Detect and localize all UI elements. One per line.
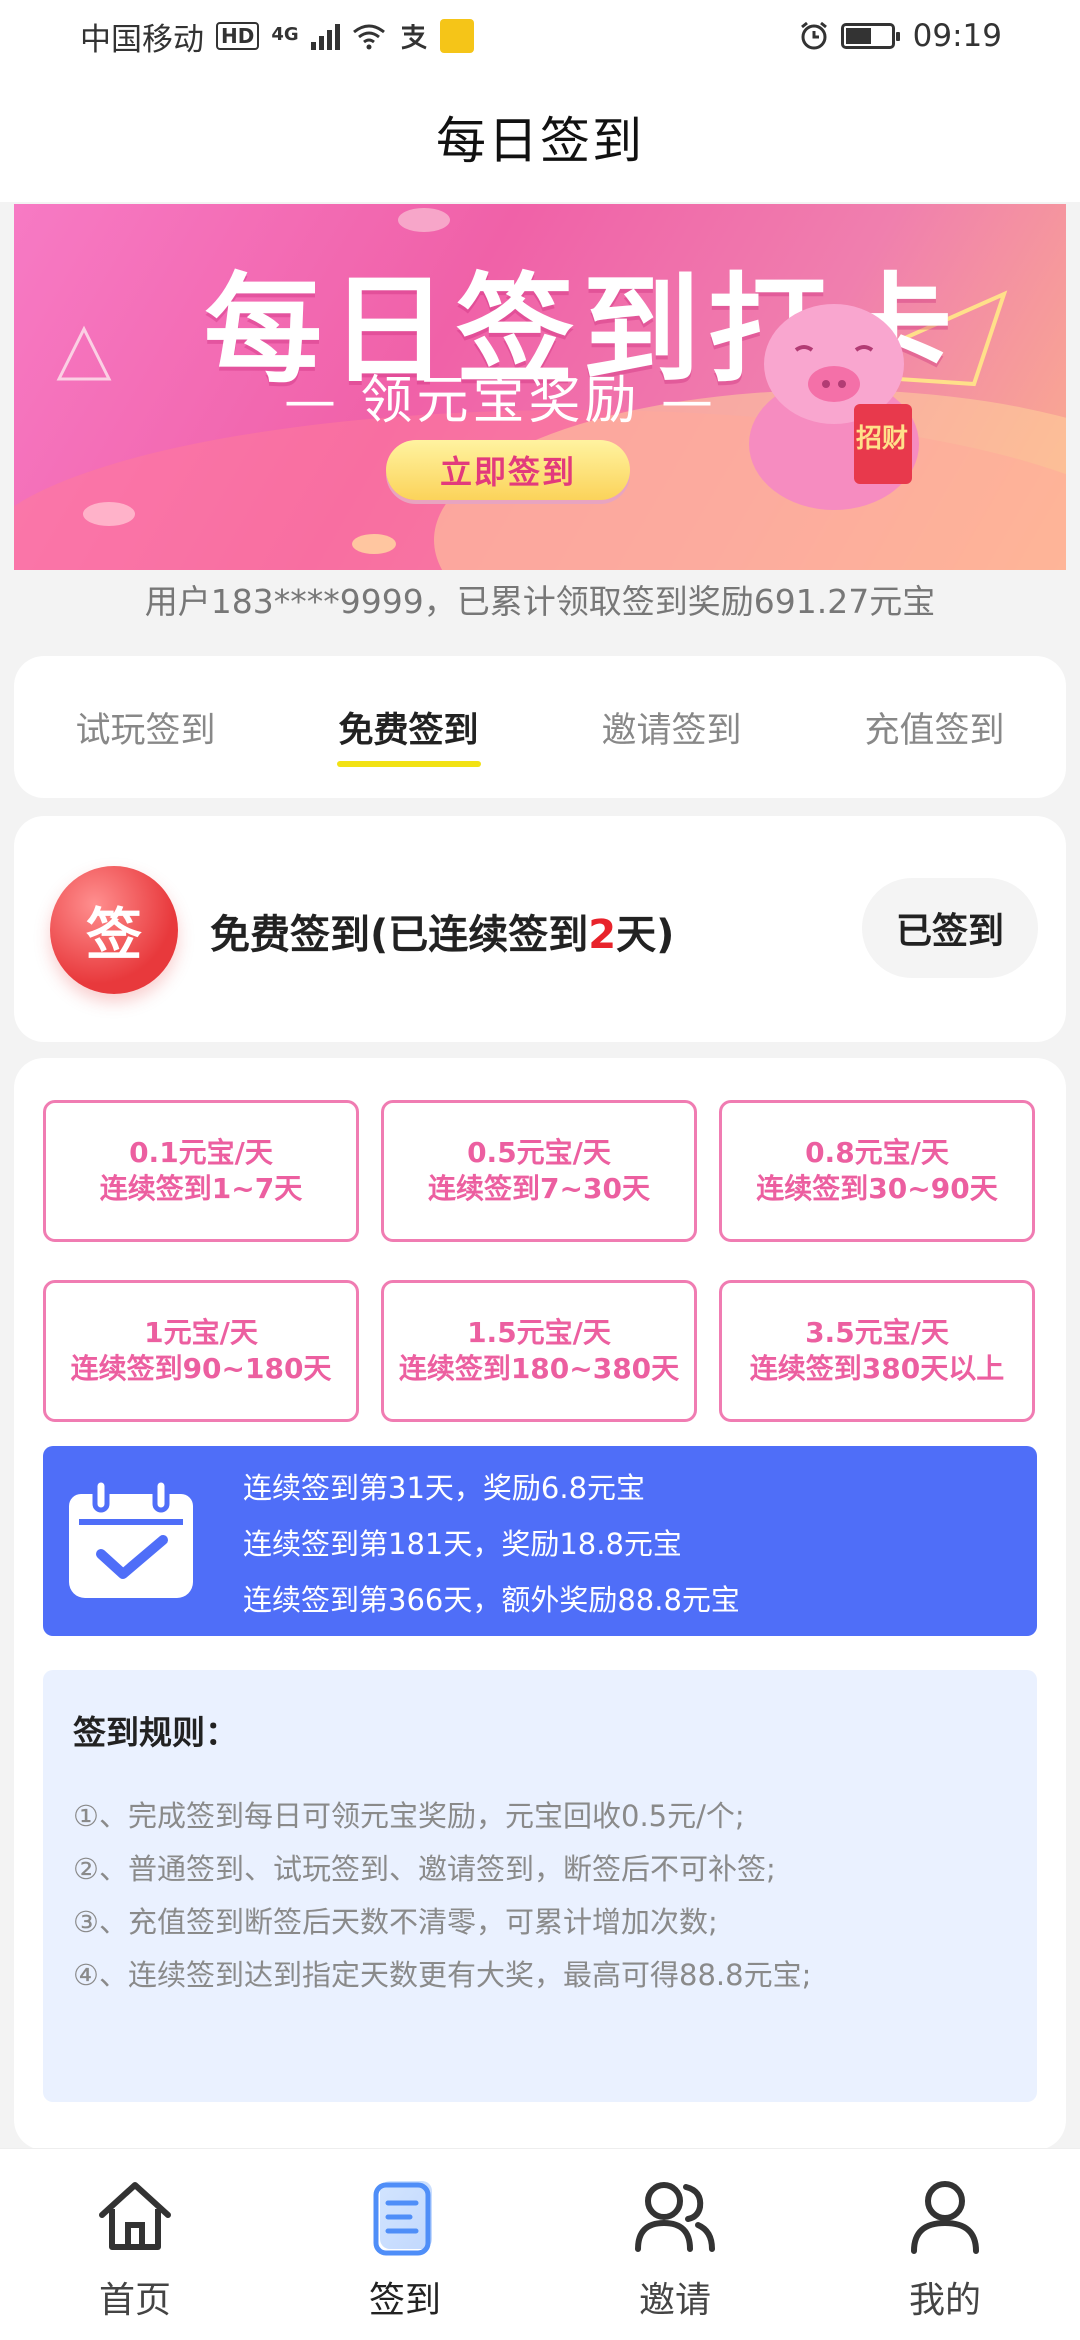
signal-icon bbox=[310, 22, 340, 50]
reward-tier: 1.5元宝/天 连续签到180~380天 bbox=[381, 1280, 697, 1422]
bonus-milestone-item: 连续签到第366天，额外奖励88.8元宝 bbox=[243, 1583, 740, 1617]
bottom-navigation: 首页 签到 邀请 我的 bbox=[0, 2148, 1080, 2340]
reward-range: 连续签到180~380天 bbox=[398, 1352, 680, 1385]
triangle-decoration-icon bbox=[56, 325, 112, 381]
status-bar: 中国移动 HD 4G 09:19 bbox=[0, 0, 1080, 72]
bonus-milestone-list: 连续签到第31天，奖励6.8元宝 连续签到第181天，奖励18.8元宝 连续签到… bbox=[243, 1460, 740, 1628]
rule-item: ②、普通签到、试玩签到、邀请签到，断签后不可补签; bbox=[73, 1852, 776, 1886]
app-header: 每日签到 bbox=[0, 72, 1080, 202]
pig-sign-text: 招财 bbox=[856, 424, 909, 454]
nav-label-invite: 邀请 bbox=[638, 2280, 711, 2321]
app-notification-icon bbox=[439, 19, 474, 53]
rule-item: ④、连续签到达到指定天数更有大奖，最高可得88.8元宝; bbox=[73, 1958, 812, 1992]
checkin-rules-panel: 签到规则： ①、完成签到每日可领元宝奖励，元宝回收0.5元/个; ②、普通签到、… bbox=[43, 1670, 1037, 2102]
bonus-milestones-panel: 连续签到第31天，奖励6.8元宝 连续签到第181天，奖励18.8元宝 连续签到… bbox=[43, 1446, 1037, 1636]
reward-rate: 1元宝/天 bbox=[144, 1316, 258, 1349]
reward-rate: 0.1元宝/天 bbox=[129, 1136, 273, 1169]
status-right: 09:19 bbox=[799, 18, 1002, 54]
nav-item-profile[interactable]: 我的 bbox=[810, 2149, 1080, 2340]
home-icon bbox=[99, 2182, 171, 2250]
bonus-milestone-item: 连续签到第31天，奖励6.8元宝 bbox=[243, 1471, 646, 1505]
checked-in-button[interactable]: 已签到 bbox=[862, 878, 1038, 978]
nav-item-invite[interactable]: 邀请 bbox=[540, 2149, 810, 2340]
reward-tier: 0.8元宝/天 连续签到30~90天 bbox=[719, 1100, 1035, 1242]
carrier-name: 中国移动 bbox=[80, 21, 204, 58]
calendar-check-icon bbox=[69, 1477, 193, 1598]
checkin-logo-icon: 签 bbox=[50, 866, 178, 994]
banner-checkin-button[interactable]: 立即签到 bbox=[386, 440, 630, 500]
reward-rate: 3.5元宝/天 bbox=[805, 1316, 949, 1349]
reward-tier: 0.5元宝/天 连续签到7~30天 bbox=[381, 1100, 697, 1242]
battery-icon bbox=[840, 23, 900, 49]
reward-rate: 0.8元宝/天 bbox=[805, 1136, 949, 1169]
reward-range: 连续签到90~180天 bbox=[70, 1352, 332, 1385]
reward-tier: 1元宝/天 连续签到90~180天 bbox=[43, 1280, 359, 1422]
reward-tier: 3.5元宝/天 连续签到380天以上 bbox=[719, 1280, 1035, 1422]
checkin-status-suffix: 天) bbox=[616, 912, 675, 958]
checkin-type-tabs: 试玩签到 免费签到 邀请签到 充值签到 bbox=[14, 656, 1066, 798]
rewards-card: 0.1元宝/天 连续签到1~7天 0.5元宝/天 连续签到7~30天 0.8元宝/天… bbox=[14, 1058, 1066, 2150]
tab-free-checkin[interactable]: 免费签到 bbox=[277, 702, 540, 753]
reward-range: 连续签到30~90天 bbox=[756, 1172, 998, 1205]
checkin-status-prefix: 免费签到(已连续签到 bbox=[210, 912, 589, 958]
profile-icon bbox=[911, 2181, 979, 2254]
lucky-pig-icon bbox=[749, 304, 919, 510]
consecutive-days-count: 2 bbox=[588, 912, 617, 958]
rule-item: ③、充值签到断签后天数不清零，可累计增加次数; bbox=[73, 1905, 718, 1939]
hd-badge: HD bbox=[216, 22, 260, 50]
alipay-icon bbox=[401, 24, 427, 50]
coin-decoration-icon bbox=[83, 502, 135, 526]
alarm-icon bbox=[800, 21, 827, 50]
reward-tier: 0.1元宝/天 连续签到1~7天 bbox=[43, 1100, 359, 1242]
network-type: 4G bbox=[271, 23, 299, 45]
reward-rate: 0.5元宝/天 bbox=[467, 1136, 611, 1169]
banner-subtitle: — 领元宝奖励 — bbox=[284, 371, 718, 431]
rule-item: ①、完成签到每日可领元宝奖励，元宝回收0.5元/个; bbox=[73, 1799, 745, 1833]
bonus-milestone-item: 连续签到第181天，奖励18.8元宝 bbox=[243, 1527, 682, 1561]
tab-invite-checkin[interactable]: 邀请签到 bbox=[540, 702, 803, 753]
page-title: 每日签到 bbox=[436, 112, 644, 170]
reward-range: 连续签到1~7天 bbox=[99, 1172, 303, 1205]
reward-tier-grid: 0.1元宝/天 连续签到1~7天 0.5元宝/天 连续签到7~30天 0.8元宝/天… bbox=[43, 1100, 1043, 1422]
invite-icon bbox=[635, 2182, 715, 2252]
coin-decoration-icon bbox=[352, 534, 396, 554]
wifi-icon bbox=[352, 24, 385, 50]
reward-range: 连续签到7~30天 bbox=[428, 1172, 650, 1205]
nav-item-checkin[interactable]: 签到 bbox=[270, 2149, 540, 2340]
status-left: 中国移动 HD 4G bbox=[80, 14, 474, 59]
checkin-banner[interactable]: 每日签到打卡 — 领元宝奖励 — 立即签到 招财 bbox=[14, 204, 1066, 570]
checkin-status-card: 签 免费签到(已连续签到2天) 已签到 bbox=[14, 816, 1066, 1042]
tab-recharge-checkin[interactable]: 充值签到 bbox=[803, 702, 1066, 753]
nav-label-profile: 我的 bbox=[908, 2280, 981, 2321]
cumulative-reward-text: 用户183****9999，已累计领取签到奖励691.27元宝 bbox=[144, 582, 936, 621]
reward-range: 连续签到380天以上 bbox=[749, 1352, 1005, 1385]
nav-label-home: 首页 bbox=[98, 2280, 171, 2321]
nav-label-checkin: 签到 bbox=[368, 2280, 441, 2321]
nav-item-home[interactable]: 首页 bbox=[0, 2149, 270, 2340]
checkin-status-text: 免费签到(已连续签到2天) bbox=[210, 902, 674, 960]
rules-title: 签到规则： bbox=[73, 1713, 238, 1752]
reward-rate: 1.5元宝/天 bbox=[467, 1316, 611, 1349]
checkin-icon bbox=[373, 2181, 432, 2256]
clock-time: 09:19 bbox=[912, 18, 1002, 54]
tab-trial-checkin[interactable]: 试玩签到 bbox=[14, 702, 277, 753]
